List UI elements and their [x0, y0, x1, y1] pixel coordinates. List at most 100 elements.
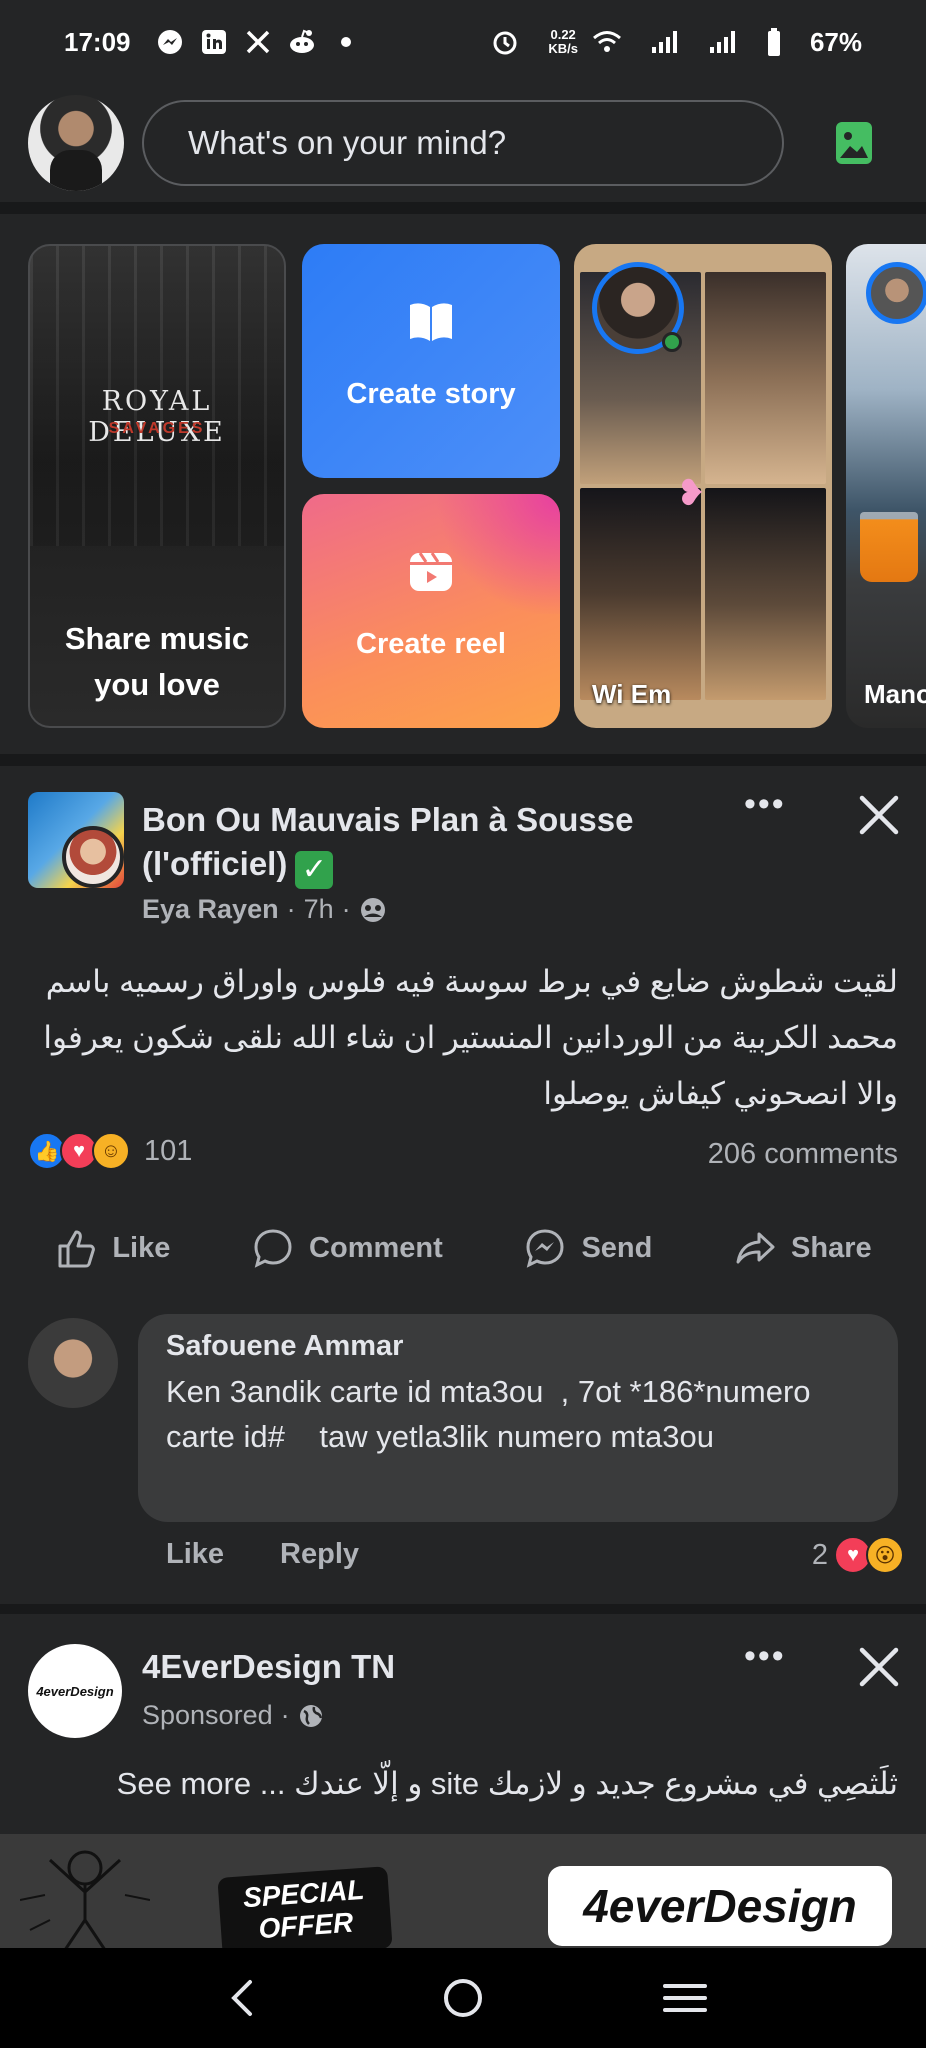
group-privacy-icon: [360, 897, 385, 922]
messenger-send-icon: [526, 1229, 564, 1268]
avatar[interactable]: [28, 95, 124, 191]
music-band-name: ROYAL DELUXE: [88, 386, 226, 448]
story-card-friend-2[interactable]: Mano: [846, 244, 926, 728]
meta-separator: ·: [341, 894, 351, 924]
comments-count[interactable]: 206 comments: [708, 1138, 898, 1171]
comment-icon: [254, 1229, 292, 1268]
care-reaction-icon: ☺: [92, 1132, 130, 1170]
x-icon: [243, 27, 273, 57]
recents-icon: [663, 1984, 707, 2012]
comment-text: Ken 3andik carte id mta3ou , 7ot *186*nu…: [166, 1374, 820, 1454]
post-actions: Like Comment Send Share: [0, 1198, 926, 1298]
back-button[interactable]: [211, 1968, 271, 2028]
recents-button[interactable]: [655, 1968, 715, 2028]
comment-button[interactable]: Comment: [251, 1226, 443, 1270]
comment-author[interactable]: Safouene Ammar: [166, 1330, 870, 1363]
online-status-icon: [662, 332, 682, 352]
battery-icon: [766, 27, 782, 57]
post-composer: What's on your mind?: [0, 84, 926, 202]
music-album-name: SAVAGES: [108, 420, 206, 437]
feed-post: Bon Ou Mauvais Plan à Sousse (l'officiel…: [0, 768, 926, 1598]
close-icon[interactable]: [856, 1644, 902, 1690]
back-icon: [231, 1980, 252, 2016]
book-icon: [410, 303, 452, 341]
stories-tray: ROYAL DELUXE SAVAGES Share music you lov…: [0, 214, 926, 754]
share-music-label: Share music you love: [64, 621, 250, 702]
comment-reply-button[interactable]: Reply: [280, 1538, 359, 1571]
net-speed: 0.22 KB/s: [548, 27, 578, 56]
messenger-icon: [155, 27, 185, 57]
divider: [0, 202, 926, 214]
create-story-button[interactable]: Create story: [302, 244, 560, 478]
reddit-icon: [287, 27, 317, 57]
post-author[interactable]: Eya Rayen: [142, 894, 279, 925]
sponsored-text[interactable]: ثلَثصِي في مشروع جديد و لازمك site و إلّ…: [28, 1762, 898, 1806]
whats-on-your-mind-input[interactable]: What's on your mind?: [142, 100, 784, 186]
create-story-label: Create story: [346, 378, 516, 410]
more-options-icon[interactable]: •••: [744, 787, 794, 824]
story-preview-image-2: [860, 512, 918, 582]
verified-icon: ✓: [295, 851, 334, 889]
author-avatar[interactable]: [62, 826, 124, 888]
notification-dot-icon: [331, 27, 361, 57]
sponsored-label: Sponsored: [142, 1700, 273, 1730]
signal-icon-2: [708, 27, 738, 57]
story-card-friend[interactable]: ❥ Wi Em: [574, 244, 832, 728]
signal-icon: [650, 27, 680, 57]
sponsor-avatar-logo: 4everDesign: [36, 1683, 114, 1699]
post-page-name[interactable]: Bon Ou Mauvais Plan à Sousse (l'officiel…: [142, 798, 702, 889]
like-button[interactable]: Like: [54, 1226, 170, 1270]
create-reel-label: Create reel: [356, 628, 506, 660]
comment-reactions[interactable]: 2 ♥ 😮: [811, 1536, 904, 1574]
wifi-icon: [592, 27, 622, 57]
reaction-summary[interactable]: 👍 ♥ ☺ 101: [28, 1132, 192, 1170]
reaction-count: 101: [144, 1134, 193, 1167]
close-icon[interactable]: [856, 792, 902, 838]
sponsored-post: 4everDesign 4EverDesign TN Sponsored · •…: [0, 1612, 926, 1954]
alarm-icon: [490, 27, 520, 57]
more-options-icon[interactable]: •••: [744, 1639, 786, 1673]
ad-logo: 4everDesign: [548, 1866, 892, 1946]
butterfly-icon: ❥: [676, 472, 707, 513]
special-offer-badge: SPECIAL OFFER: [217, 1866, 393, 1954]
comment-actions: Like Reply: [166, 1538, 359, 1571]
share-button[interactable]: Share: [733, 1226, 872, 1270]
like-label: Like: [112, 1231, 171, 1264]
home-icon: [444, 1979, 482, 2017]
send-label: Send: [581, 1231, 653, 1264]
story-avatar-2: [866, 262, 926, 324]
send-button[interactable]: Send: [523, 1226, 652, 1270]
home-button[interactable]: [433, 1968, 493, 2028]
comment-label: Comment: [309, 1231, 443, 1264]
status-time: 17:09: [64, 26, 131, 57]
create-reel-button[interactable]: Create reel: [302, 494, 560, 728]
story-friend-name: Wi Em: [592, 679, 672, 709]
sketch-illustration: [20, 1850, 150, 1950]
divider: [0, 754, 926, 766]
system-navigation-bar: [0, 1948, 926, 2048]
sponsor-meta: Sponsored ·: [142, 1700, 324, 1731]
meta-separator: ·: [286, 894, 296, 924]
share-music-card[interactable]: ROYAL DELUXE SAVAGES Share music you lov…: [28, 244, 286, 728]
post-meta: Eya Rayen · 7h ·: [142, 894, 387, 925]
post-body-text: لقيت شطوش ضايع في برط سوسة فيه فلوس واور…: [43, 964, 898, 1111]
share-icon: [736, 1232, 775, 1264]
story-friend-name-2: Mano: [864, 679, 926, 709]
thumbs-up-icon: [58, 1230, 96, 1268]
battery-level: 67%: [809, 26, 862, 57]
meta-separator: ·: [280, 1700, 290, 1730]
commenter-avatar[interactable]: [28, 1318, 118, 1408]
comment-bubble: Safouene Ammar Ken 3andik carte id mta3o…: [138, 1314, 898, 1522]
status-bar: 17:09 0.22 KB/s 67%: [0, 0, 926, 84]
reel-icon: [410, 552, 452, 591]
comment-reaction-count: 2: [811, 1538, 828, 1571]
ad-image[interactable]: SPECIAL OFFER 4everDesign: [0, 1834, 926, 1954]
linkedin-icon: [199, 27, 229, 57]
globe-icon: [299, 1704, 322, 1727]
sponsor-avatar[interactable]: 4everDesign: [28, 1644, 122, 1738]
sponsor-page-name[interactable]: 4EverDesign TN: [142, 1648, 395, 1686]
photo-icon[interactable]: [834, 120, 874, 166]
post-time[interactable]: 7h: [304, 894, 334, 925]
comment-like-button[interactable]: Like: [166, 1538, 224, 1571]
wow-reaction-icon: 😮: [866, 1536, 904, 1574]
